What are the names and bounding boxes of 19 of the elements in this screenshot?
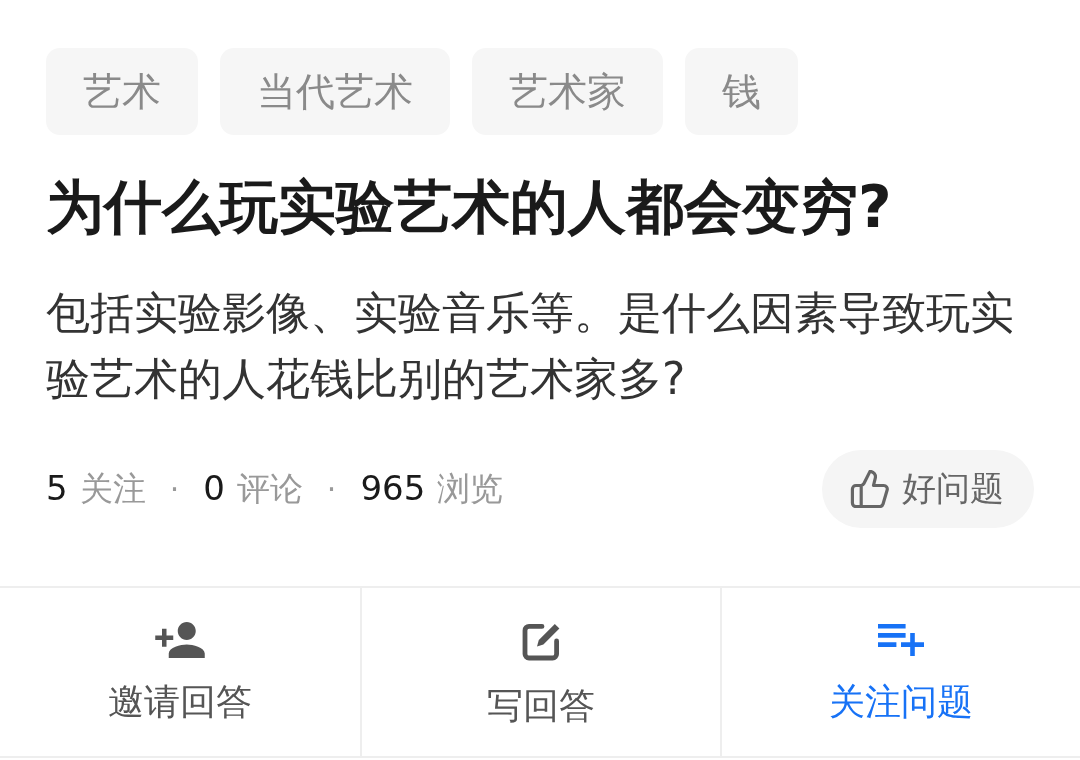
stat-count: 0 — [203, 467, 225, 508]
pencil-square-icon — [521, 622, 561, 662]
stat-label: 关注 — [79, 467, 146, 510]
topic-tag[interactable]: 钱 — [685, 48, 798, 135]
stat-separator: · — [326, 471, 337, 507]
stat-label: 浏览 — [437, 467, 504, 510]
topic-tag[interactable]: 艺术 — [46, 48, 198, 135]
topic-tag[interactable]: 当代艺术 — [220, 48, 450, 135]
list-plus-icon — [878, 622, 924, 658]
thumbs-up-icon — [850, 470, 890, 508]
question-description: 包括实验影像、实验音乐等。是什么因素导致玩实验艺术的人花钱比别的艺术家多? — [46, 286, 1015, 406]
good-question-button[interactable]: 好问题 — [822, 450, 1034, 528]
question-title: 为什么玩实验艺术的人都会变穷? — [46, 174, 893, 240]
stat-separator: · — [169, 471, 180, 507]
person-plus-icon — [155, 622, 205, 658]
stat-count: 965 — [360, 467, 426, 508]
stat-count: 5 — [46, 467, 68, 508]
stat-label: 评论 — [236, 467, 303, 510]
topic-tag[interactable]: 艺术家 — [472, 48, 663, 135]
